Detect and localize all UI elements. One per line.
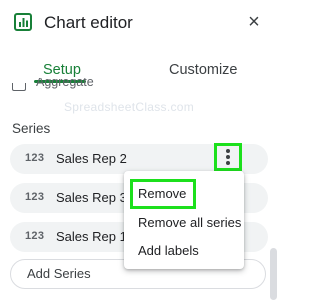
menu-item-add-labels[interactable]: Add labels [138,243,199,258]
number-type-icon: 123 [25,230,45,242]
series-item-label: Sales Rep 2 [56,151,127,166]
series-item-label: Sales Rep 3 [56,190,127,205]
tab-customize[interactable]: Customize [169,62,238,78]
number-type-icon: 123 [25,191,45,203]
series-section-title: Series [12,121,51,136]
add-series-label: Add Series [27,266,91,281]
scrollbar[interactable] [270,248,277,300]
highlight-outline [130,179,196,209]
more-options-icon[interactable] [222,147,234,167]
aggregate-checkbox[interactable] [12,83,26,91]
chart-icon [14,13,32,31]
menu-item-remove-all-series[interactable]: Remove all series [138,215,241,230]
aggregate-label: Aggregate [36,78,94,89]
tab-setup[interactable]: Setup [43,62,81,78]
series-item-label: Sales Rep 1 [56,229,127,244]
panel-title: Chart editor [44,13,133,32]
number-type-icon: 123 [25,152,45,164]
watermark: SpreadsheetClass.com [64,100,195,114]
close-icon[interactable]: × [245,12,263,32]
